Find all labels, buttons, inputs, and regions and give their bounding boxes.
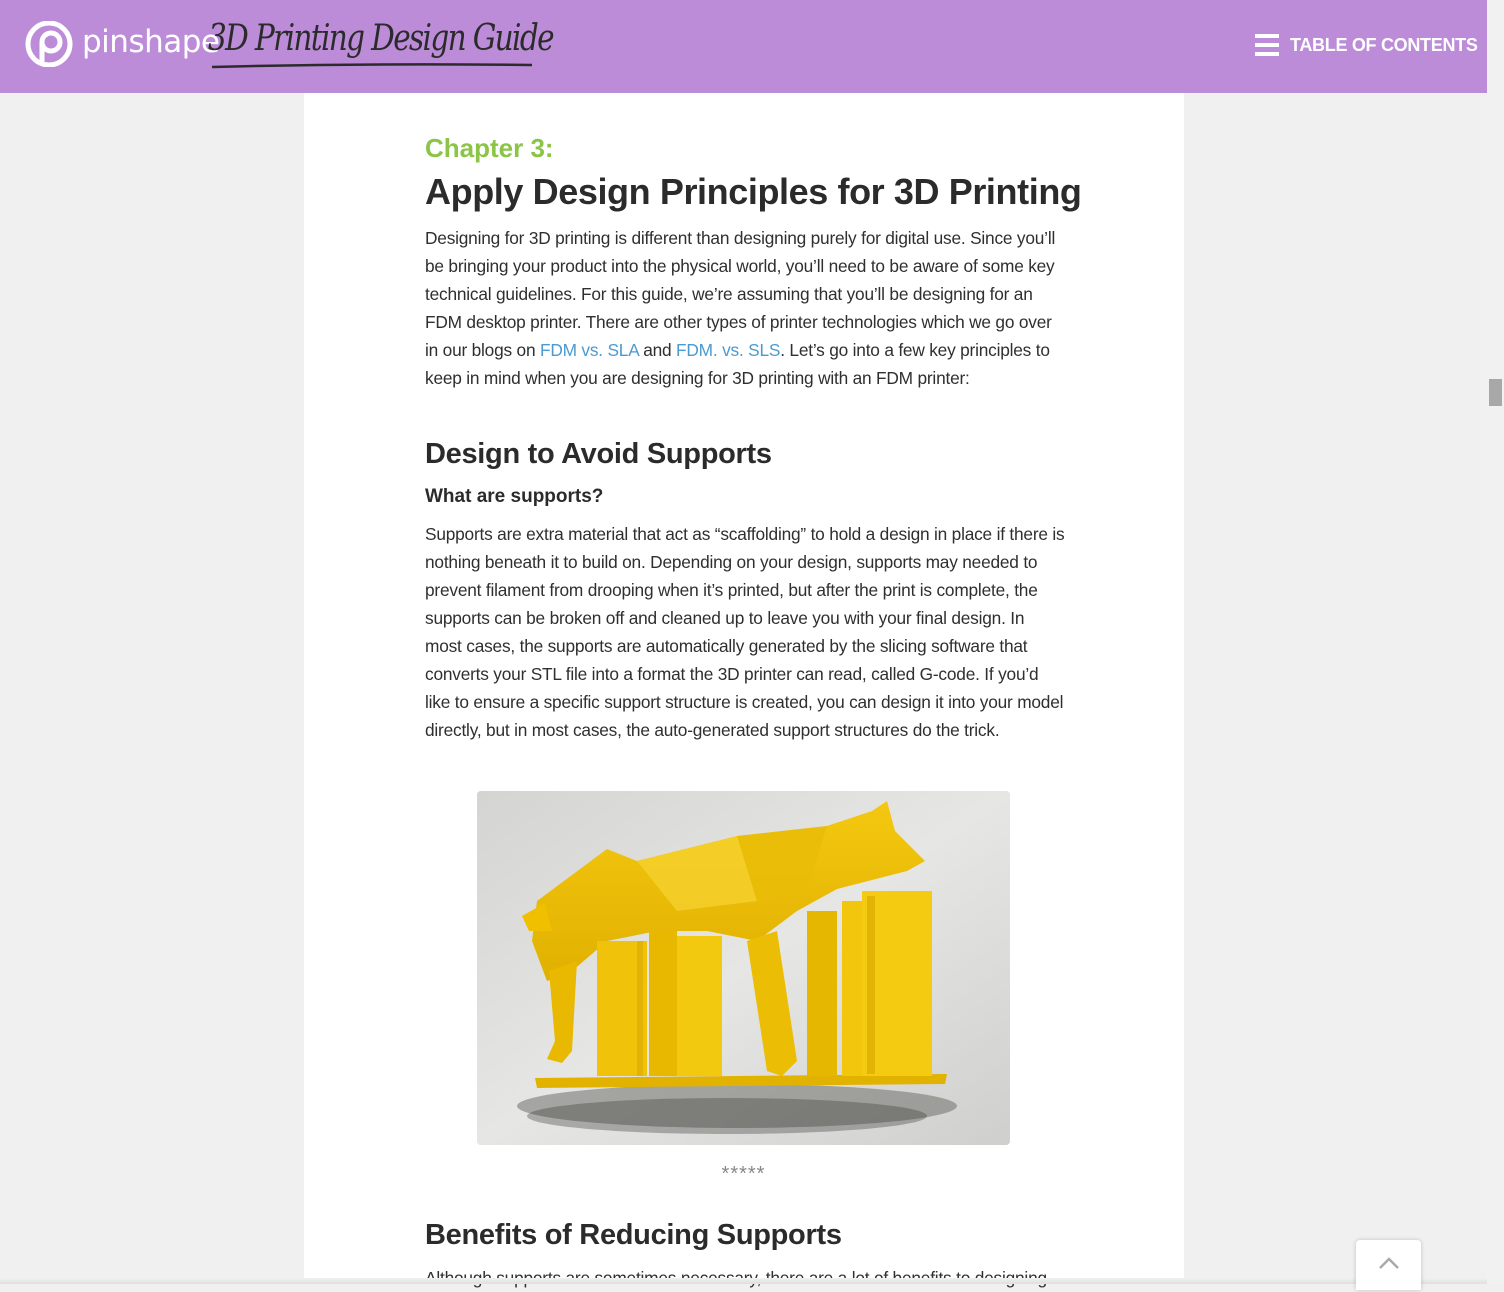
intro-paragraph: Designing for 3D printing is different t… xyxy=(425,224,1065,392)
toc-label: TABLE OF CONTENTS xyxy=(1290,34,1478,55)
intro-text-2: and xyxy=(638,340,677,360)
scrollbar-track[interactable] xyxy=(1487,0,1504,1284)
article-image-printed-model-with-supports xyxy=(477,791,1010,1145)
section-heading-avoid-supports: Design to Avoid Supports xyxy=(425,438,772,470)
supports-paragraph: Supports are extra material that act as … xyxy=(425,524,1065,740)
pinshape-logo-icon[interactable] xyxy=(22,21,76,67)
viewport-bottom-edge xyxy=(0,1278,1487,1284)
guide-title-underline xyxy=(211,63,533,69)
guide-title[interactable]: 3D Printing Design Guide xyxy=(208,18,555,59)
section-heading-benefits: Benefits of Reducing Supports xyxy=(425,1219,842,1251)
section-separator: ***** xyxy=(721,1163,766,1185)
chevron-up-icon xyxy=(1379,1257,1399,1269)
subsection-heading-what-are-supports: What are supports? xyxy=(425,486,604,507)
brand-name[interactable]: pinshape xyxy=(82,24,220,60)
chapter-label: Chapter 3: xyxy=(425,133,554,163)
link-fdm-vs-sls[interactable]: FDM. vs. SLS xyxy=(676,340,780,360)
table-of-contents-button[interactable]: TABLE OF CONTENTS xyxy=(1255,33,1478,57)
back-to-top-button[interactable] xyxy=(1356,1240,1421,1290)
page-title: Apply Design Principles for 3D Printing xyxy=(425,171,1082,212)
scrollbar-thumb[interactable] xyxy=(1489,379,1502,406)
site-header: pinshape 3D Printing Design Guide TABLE … xyxy=(0,0,1487,93)
link-fdm-vs-sla[interactable]: FDM vs. SLA xyxy=(540,340,639,360)
hamburger-menu-icon xyxy=(1255,34,1279,56)
